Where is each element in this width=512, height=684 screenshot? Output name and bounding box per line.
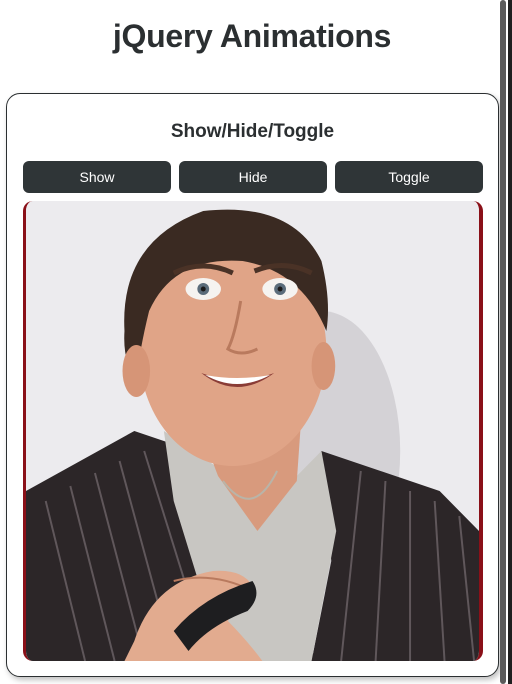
portrait-illustration [26, 201, 479, 661]
toggle-button[interactable]: Toggle [335, 161, 483, 193]
show-button[interactable]: Show [23, 161, 171, 193]
hide-button[interactable]: Hide [179, 161, 327, 193]
animated-image [23, 201, 483, 661]
scrollbar[interactable] [500, 0, 512, 684]
card-title: Show/Hide/Toggle [170, 121, 335, 142]
page: jQuery Animations Show/Hide/Toggle Show … [0, 0, 512, 684]
animation-card: Show/Hide/Toggle Show Hide Toggle [6, 93, 499, 677]
page-title: jQuery Animations [112, 18, 392, 54]
scrollbar-thumb[interactable] [500, 0, 506, 684]
button-row: Show Hide Toggle [23, 161, 483, 193]
window-edge [508, 0, 512, 684]
